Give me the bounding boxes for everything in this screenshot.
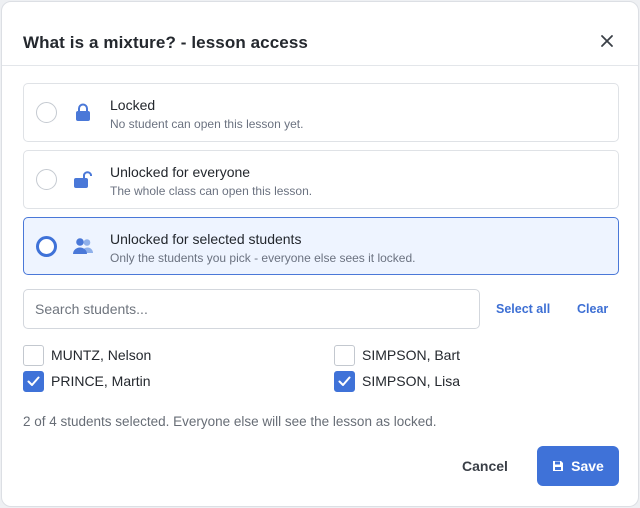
student-checkbox[interactable] <box>23 370 44 392</box>
close-button[interactable] <box>598 32 616 50</box>
option-description: Only the students you pick - everyone el… <box>110 251 416 265</box>
option-unlocked-selected[interactable]: Unlocked for selected students Only the … <box>23 217 619 275</box>
close-icon <box>601 35 613 47</box>
save-label: Save <box>571 458 604 474</box>
check-icon <box>338 376 351 386</box>
cancel-button[interactable]: Cancel <box>462 458 508 474</box>
clear-button[interactable]: Clear <box>577 302 608 316</box>
check-icon <box>27 376 40 386</box>
student-item[interactable]: MUNTZ, Nelson <box>23 344 151 366</box>
student-name: SIMPSON, Bart <box>362 347 461 363</box>
student-item[interactable]: PRINCE, Martin <box>23 370 151 392</box>
student-checkbox[interactable] <box>334 344 355 366</box>
student-name: PRINCE, Martin <box>51 373 151 389</box>
search-students-input[interactable] <box>23 289 480 329</box>
option-label: Locked <box>110 97 156 113</box>
users-icon <box>72 235 94 257</box>
radio-unlocked-everyone[interactable] <box>36 169 57 190</box>
unlock-icon <box>72 168 94 190</box>
option-description: No student can open this lesson yet. <box>110 117 304 131</box>
option-label: Unlocked for everyone <box>110 164 251 180</box>
dialog-header: What is a mixture? - lesson access <box>2 2 638 66</box>
lock-icon <box>72 101 94 123</box>
lesson-access-dialog: What is a mixture? - lesson access Locke… <box>1 1 639 507</box>
select-all-button[interactable]: Select all <box>496 302 550 316</box>
option-unlocked-everyone[interactable]: Unlocked for everyone The whole class ca… <box>23 150 619 209</box>
option-description: The whole class can open this lesson. <box>110 184 313 198</box>
dialog-title: What is a mixture? - lesson access <box>23 33 308 52</box>
option-locked[interactable]: Locked No student can open this lesson y… <box>23 83 619 142</box>
student-name: SIMPSON, Lisa <box>362 373 461 389</box>
student-item[interactable]: SIMPSON, Bart <box>334 344 460 366</box>
student-item[interactable]: SIMPSON, Lisa <box>334 370 460 392</box>
student-checkbox[interactable] <box>334 370 355 392</box>
save-button[interactable]: Save <box>537 446 619 486</box>
radio-locked[interactable] <box>36 102 57 123</box>
radio-unlocked-selected[interactable] <box>36 236 57 257</box>
save-icon <box>552 460 564 472</box>
student-name: MUNTZ, Nelson <box>51 347 152 363</box>
option-label: Unlocked for selected students <box>110 231 302 247</box>
selection-summary: 2 of 4 students selected. Everyone else … <box>23 414 437 429</box>
student-checkbox[interactable] <box>23 344 44 366</box>
